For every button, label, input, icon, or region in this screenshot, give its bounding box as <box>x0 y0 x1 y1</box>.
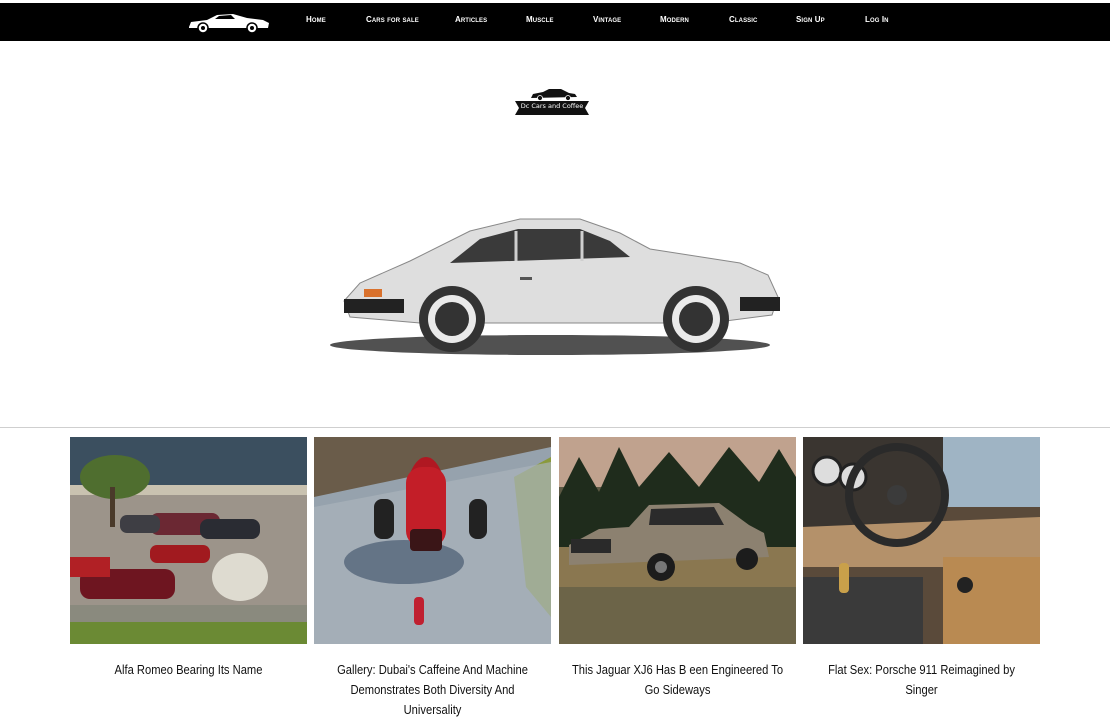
top-nav-bar: Home Cars for sale Articles Muscle Vinta… <box>0 3 1110 41</box>
section-divider <box>0 427 1110 428</box>
hero-car-image <box>330 218 780 355</box>
article-card[interactable]: Gallery: Dubai's Caffeine And Machine De… <box>314 437 551 717</box>
nav-sign-up[interactable]: Sign Up <box>796 15 825 24</box>
nav-home[interactable]: Home <box>306 15 326 24</box>
article-thumbnail[interactable] <box>803 437 1040 644</box>
car-logo-icon[interactable] <box>185 9 271 36</box>
nav-vintage[interactable]: Vintage <box>593 15 621 24</box>
article-card[interactable]: This Jaguar XJ6 Has B een Engineered To … <box>559 437 796 697</box>
nav-classic[interactable]: Classic <box>729 15 757 24</box>
article-title[interactable]: This Jaguar XJ6 Has B een Engineered To … <box>569 660 787 700</box>
article-title[interactable]: Flat Sex: Porsche 911 Reimagined by Sing… <box>813 660 1031 700</box>
nav-modern[interactable]: Modern <box>660 15 689 24</box>
article-thumbnail[interactable] <box>559 437 796 644</box>
article-thumbnail[interactable] <box>70 437 307 644</box>
nav-muscle[interactable]: Muscle <box>526 15 554 24</box>
article-title[interactable]: Gallery: Dubai's Caffeine And Machine De… <box>324 660 542 720</box>
brand-logo[interactable]: Dc Cars and Coffee <box>511 86 593 118</box>
nav-articles[interactable]: Articles <box>455 15 487 24</box>
article-thumbnail[interactable] <box>314 437 551 644</box>
brand-caption: Dc Cars and Coffee <box>520 102 584 110</box>
nav-log-in[interactable]: Log In <box>865 15 889 24</box>
article-card[interactable]: Flat Sex: Porsche 911 Reimagined by Sing… <box>803 437 1040 697</box>
article-title[interactable]: Alfa Romeo Bearing Its Name <box>80 660 298 680</box>
article-card[interactable]: Alfa Romeo Bearing Its Name <box>70 437 307 677</box>
nav-cars-for-sale[interactable]: Cars for sale <box>366 15 419 24</box>
